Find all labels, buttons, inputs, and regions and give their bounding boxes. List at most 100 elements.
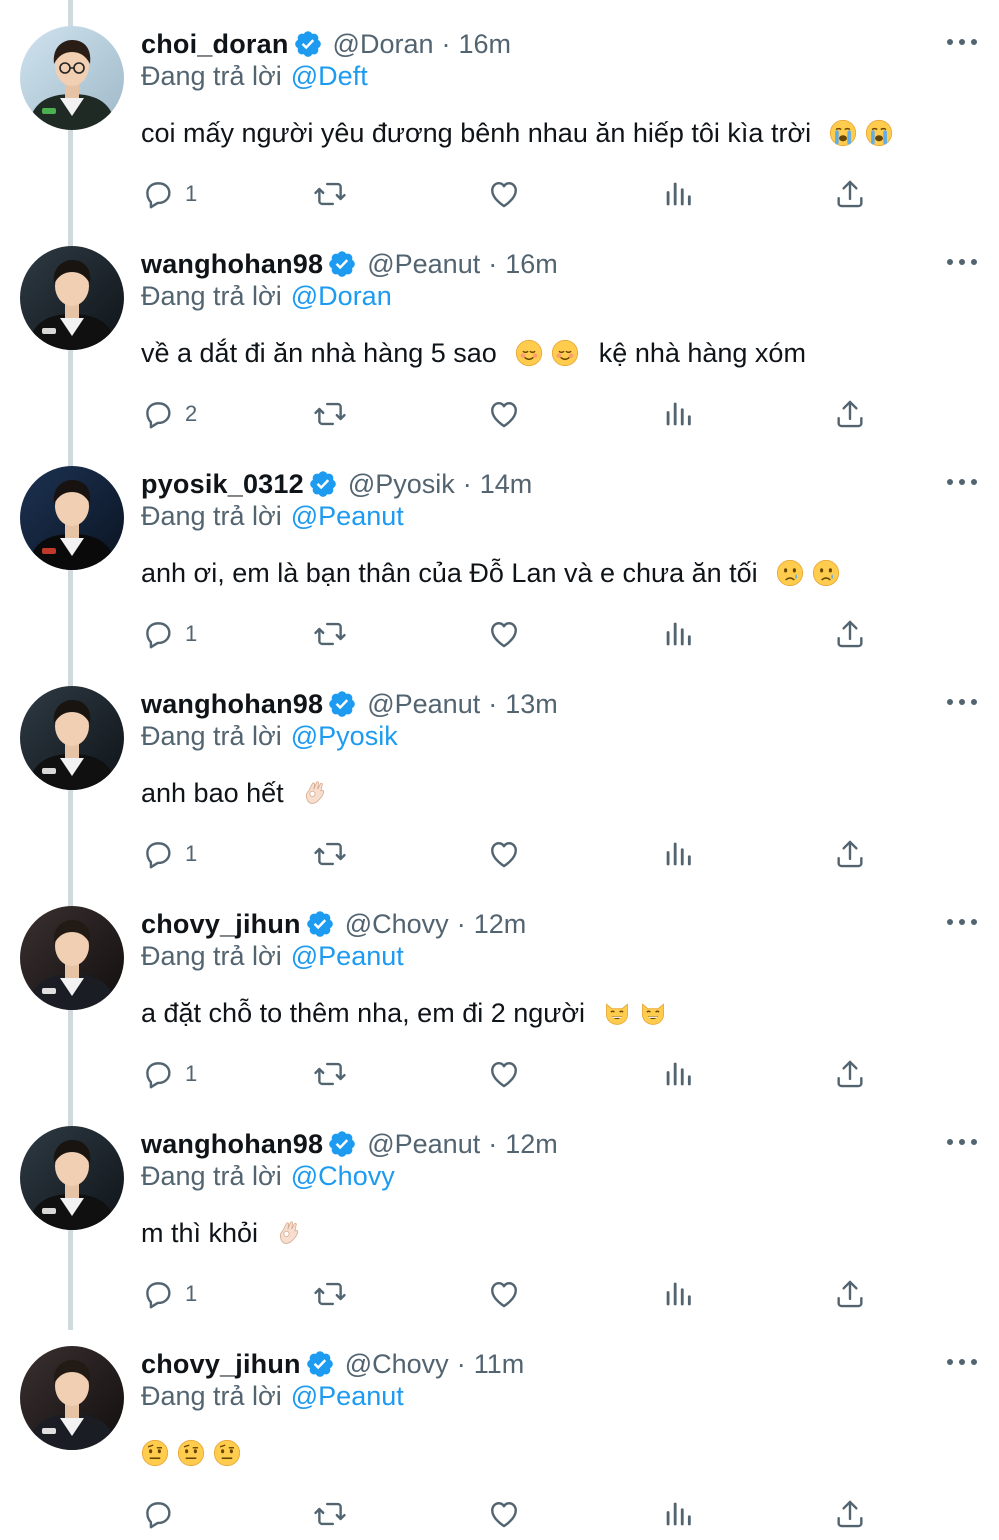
timestamp[interactable]: 11m [474, 1349, 525, 1380]
more-options-icon[interactable] [947, 30, 977, 54]
user-handle[interactable]: @Chovy [345, 909, 449, 940]
timestamp[interactable]: 16m [458, 29, 511, 60]
tweet-action-bar: 1 [141, 832, 871, 876]
user-handle[interactable]: @Chovy [345, 1349, 449, 1380]
separator-dot: · [488, 248, 498, 279]
retweet-icon [313, 1057, 347, 1091]
reply-button[interactable]: 1 [141, 612, 197, 656]
replying-to: Đang trả lời @Peanut [141, 498, 404, 534]
crying-face-emoji [812, 559, 840, 587]
reply-mention-link[interactable]: @Pyosik [291, 721, 398, 752]
share-button[interactable] [833, 392, 867, 436]
tweet-text: anh ơi, em là bạn thân của Đỗ Lan và e c… [141, 554, 840, 592]
display-name[interactable]: wanghohan98 [141, 249, 323, 280]
like-button[interactable] [487, 1492, 521, 1536]
views-button[interactable] [661, 612, 695, 656]
reply-tweet[interactable]: wanghohan98 @Peanut · 12m Đang trả lời @Chovy… [0, 1100, 999, 1320]
reply-mention-link[interactable]: @Peanut [291, 1381, 404, 1412]
reply-mention-link[interactable]: @Chovy [291, 1161, 395, 1192]
loudly-crying-face-emoji [865, 119, 893, 147]
reply-button[interactable] [141, 1492, 185, 1536]
retweet-button[interactable] [313, 1492, 347, 1536]
avatar[interactable] [20, 246, 124, 350]
replying-to: Đang trả lời @Deft [141, 58, 368, 94]
avatar[interactable] [20, 906, 124, 1010]
timestamp[interactable]: 16m [505, 249, 558, 280]
tweet-action-bar: 2 [141, 392, 871, 436]
smiling-face-emoji [551, 339, 579, 367]
display-name[interactable]: wanghohan98 [141, 1129, 323, 1160]
reply-tweet[interactable]: choi_doran @Doran · 16m Đang trả lời @Deft coi… [0, 0, 999, 220]
timestamp[interactable]: 13m [505, 689, 558, 720]
share-button[interactable] [833, 612, 867, 656]
reply-tweet[interactable]: chovy_jihun @Chovy · 11m Đang trả lời @Peanut [0, 1320, 999, 1540]
avatar[interactable] [20, 1126, 124, 1230]
display-name[interactable]: wanghohan98 [141, 689, 323, 720]
like-button[interactable] [487, 1272, 521, 1316]
views-button[interactable] [661, 1492, 695, 1536]
retweet-button[interactable] [313, 1052, 347, 1096]
more-options-icon[interactable] [947, 690, 977, 714]
like-button[interactable] [487, 832, 521, 876]
like-button[interactable] [487, 1052, 521, 1096]
reply-mention-link[interactable]: @Doran [291, 281, 392, 312]
bar-chart-icon [661, 1057, 695, 1091]
more-options-icon[interactable] [947, 1130, 977, 1154]
views-button[interactable] [661, 392, 695, 436]
reply-button[interactable]: 1 [141, 832, 197, 876]
like-button[interactable] [487, 392, 521, 436]
more-options-icon[interactable] [947, 250, 977, 274]
avatar[interactable] [20, 466, 124, 570]
user-handle[interactable]: @Peanut [367, 249, 480, 280]
more-options-icon[interactable] [947, 1350, 977, 1374]
reply-mention-link[interactable]: @Deft [291, 61, 368, 92]
reply-tweet[interactable]: wanghohan98 @Peanut · 13m Đang trả lời @Pyosi… [0, 660, 999, 880]
views-button[interactable] [661, 832, 695, 876]
more-options-icon[interactable] [947, 910, 977, 934]
timestamp[interactable]: 12m [505, 1129, 558, 1160]
avatar[interactable] [20, 686, 124, 790]
retweet-button[interactable] [313, 832, 347, 876]
views-button[interactable] [661, 172, 695, 216]
share-button[interactable] [833, 832, 867, 876]
share-button[interactable] [833, 1052, 867, 1096]
reply-icon [141, 617, 175, 651]
display-name[interactable]: chovy_jihun [141, 909, 301, 940]
reply-tweet[interactable]: pyosik_0312 @Pyosik · 14m Đang trả lời @Peanu… [0, 440, 999, 660]
reply-button[interactable]: 2 [141, 392, 197, 436]
share-button[interactable] [833, 1492, 867, 1536]
retweet-button[interactable] [313, 1272, 347, 1316]
display-name[interactable]: chovy_jihun [141, 1349, 301, 1380]
views-button[interactable] [661, 1052, 695, 1096]
user-handle[interactable]: @Peanut [367, 1129, 480, 1160]
like-button[interactable] [487, 172, 521, 216]
user-handle[interactable]: @Pyosik [348, 469, 455, 500]
reply-tweet[interactable]: wanghohan98 @Peanut · 16m Đang trả lời @Doran… [0, 220, 999, 440]
views-button[interactable] [661, 1272, 695, 1316]
timestamp[interactable]: 14m [480, 469, 533, 500]
reply-mention-link[interactable]: @Peanut [291, 941, 404, 972]
retweet-button[interactable] [313, 392, 347, 436]
like-button[interactable] [487, 612, 521, 656]
share-button[interactable] [833, 1272, 867, 1316]
share-button[interactable] [833, 172, 867, 216]
reply-button[interactable]: 1 [141, 172, 197, 216]
reply-button[interactable]: 1 [141, 1272, 197, 1316]
separator-dot: · [456, 908, 466, 939]
user-handle[interactable]: @Peanut [367, 689, 480, 720]
reply-mention-link[interactable]: @Peanut [291, 501, 404, 532]
more-options-icon[interactable] [947, 470, 977, 494]
retweet-button[interactable] [313, 172, 347, 216]
display-name[interactable]: choi_doran [141, 29, 289, 60]
avatar[interactable] [20, 26, 124, 130]
verified-badge-icon [308, 469, 338, 499]
reply-button[interactable]: 1 [141, 1052, 197, 1096]
reply-tweet[interactable]: chovy_jihun @Chovy · 12m Đang trả lời @Peanut… [0, 880, 999, 1100]
user-handle[interactable]: @Doran [333, 29, 434, 60]
retweet-button[interactable] [313, 612, 347, 656]
display-name[interactable]: pyosik_0312 [141, 469, 304, 500]
bar-chart-icon [661, 617, 695, 651]
timestamp[interactable]: 12m [474, 909, 527, 940]
tweet-action-bar: 1 [141, 1272, 871, 1316]
avatar[interactable] [20, 1346, 124, 1450]
